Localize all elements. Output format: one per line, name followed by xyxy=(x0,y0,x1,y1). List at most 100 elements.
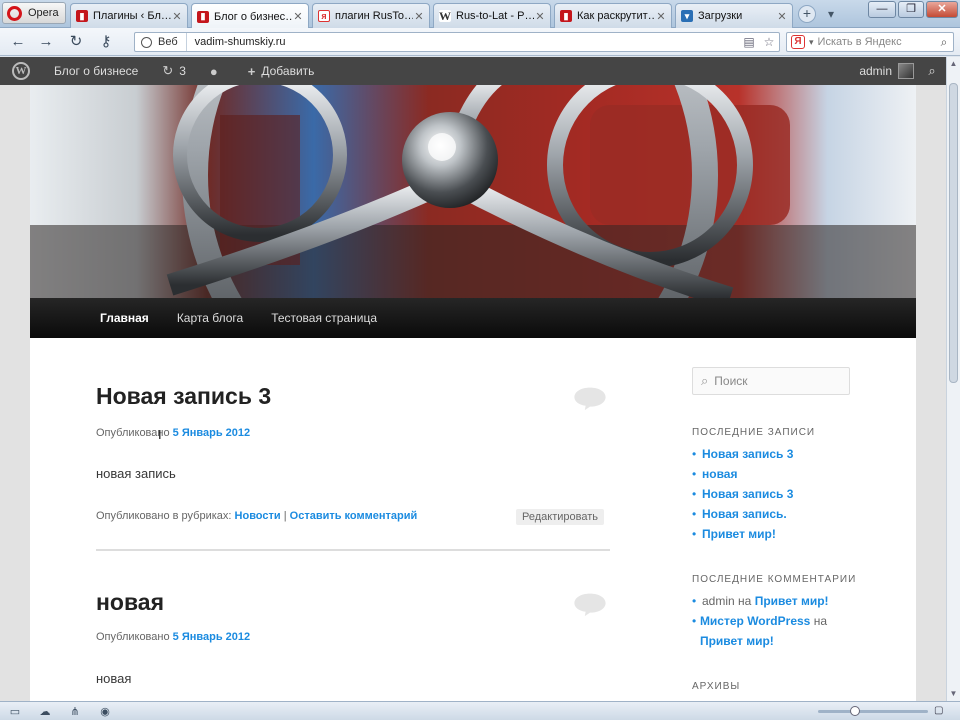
sidebar-search-input[interactable]: Поиск xyxy=(714,374,747,388)
opera-menu-button[interactable]: Opera xyxy=(2,2,66,24)
reload-icon[interactable]: ↻ xyxy=(66,32,86,52)
post-meta: Опубликовано 5 Январь 2012 xyxy=(96,427,250,439)
vertical-scrollbar[interactable]: ▲ ▼ xyxy=(946,57,960,701)
yandex-icon: я xyxy=(318,10,330,22)
tab-label: Как раскрутит… xyxy=(577,10,655,22)
comment-bubble-icon[interactable] xyxy=(570,591,610,617)
recent-comments-title: ПОСЛЕДНИЕ КОММЕНТАРИИ xyxy=(692,574,857,585)
tab-rus-to-lat[interactable]: W Rus-to-Lat - P… ✕ xyxy=(433,3,551,28)
comment-post-link[interactable]: Привет мир! xyxy=(755,594,829,608)
scrollbar-thumb[interactable] xyxy=(949,83,958,383)
yandex-icon[interactable]: Я xyxy=(791,35,805,49)
opera-link-cloud-icon[interactable]: ☁ xyxy=(30,705,60,718)
list-item: • Мистер WordPress на Привет мир! xyxy=(692,611,862,651)
tab-menu-icon[interactable]: ▾ xyxy=(822,5,840,23)
panel-toggle-icon[interactable]: ▭ xyxy=(0,705,30,718)
list-item: • Новая запись 3 xyxy=(692,484,793,504)
menu-item-test-page[interactable]: Тестовая страница xyxy=(257,311,391,325)
text-cursor-icon: I xyxy=(158,427,162,442)
back-arrow-icon[interactable]: ← xyxy=(8,32,28,52)
close-icon[interactable]: ✕ xyxy=(413,10,425,23)
edit-post-button[interactable]: Редактировать xyxy=(516,509,604,525)
rss-icon[interactable]: ▤ xyxy=(739,35,759,49)
close-window-button[interactable]: ✕ xyxy=(926,1,958,18)
post-content: новая xyxy=(96,671,132,686)
close-icon[interactable]: ✕ xyxy=(776,10,788,23)
scroll-down-icon[interactable]: ▼ xyxy=(947,687,960,701)
admin-site-name[interactable]: Блог о бизнесе xyxy=(42,57,150,85)
search-box[interactable]: Я ▾ Искать в Яндекс ⌕ xyxy=(786,32,954,52)
list-item: • новая xyxy=(692,464,793,484)
menu-item-home[interactable]: Главная xyxy=(86,311,163,325)
admin-add-new[interactable]: + Добавить xyxy=(236,57,327,85)
avatar xyxy=(898,63,914,79)
minimize-button[interactable]: — xyxy=(868,1,896,18)
bullet: • xyxy=(692,614,697,628)
recent-posts-list: • Новая запись 3 • новая • Новая запись 3 •… xyxy=(692,444,793,544)
star-icon[interactable]: ☆ xyxy=(759,35,779,49)
maximize-button[interactable]: ❐ xyxy=(898,1,924,18)
recent-post-link[interactable]: новая xyxy=(702,464,737,484)
list-item: • Новая запись. xyxy=(692,504,793,524)
tab-business-blog[interactable]: ▮ Блог о бизнес… ✕ xyxy=(191,3,309,29)
post-date-link[interactable]: 5 Январь 2012 xyxy=(173,631,250,643)
recent-post-link[interactable]: Новая запись 3 xyxy=(702,444,793,464)
close-icon[interactable]: ✕ xyxy=(292,10,304,23)
search-icon[interactable]: ⌕ xyxy=(935,35,953,50)
turbo-icon[interactable]: ◉ xyxy=(90,705,120,718)
category-link[interactable]: Новости xyxy=(235,510,281,522)
tab-label: Блог о бизнес… xyxy=(214,10,292,23)
address-bar[interactable]: Веб vadim-shumskiy.ru ▤ ☆ xyxy=(134,32,780,52)
recent-posts-title: ПОСЛЕДНИЕ ЗАПИСИ xyxy=(692,427,816,438)
tab-plugins[interactable]: ▮ Плагины ‹ Бл… ✕ xyxy=(70,3,188,28)
archives-title: АРХИВЫ xyxy=(692,681,741,692)
comment-on: на xyxy=(738,594,752,608)
footer-separator: | xyxy=(283,510,287,522)
comment-bubble-icon[interactable] xyxy=(570,385,610,411)
post-title[interactable]: новая xyxy=(96,589,164,616)
tab-rusto-plugin[interactable]: я плагин RusTo… ✕ xyxy=(312,3,430,28)
address-mode[interactable]: Веб xyxy=(135,33,187,51)
recent-post-link[interactable]: Новая запись 3 xyxy=(702,484,793,504)
list-item: • Привет мир! xyxy=(692,524,793,544)
wp-admin-bar: W Блог о бизнесе ↻ 3 ● + Добавить admin … xyxy=(0,57,946,85)
opera-unite-icon[interactable]: ⋔ xyxy=(60,705,90,718)
zoom-view-icon[interactable]: ▢ xyxy=(934,705,943,716)
recent-post-link[interactable]: Привет мир! xyxy=(702,524,776,544)
post-footer: Опубликовано в рубриках: Новости | Остав… xyxy=(96,510,417,522)
search-input[interactable]: Искать в Яндекс xyxy=(814,36,935,48)
post-title[interactable]: Новая запись 3 xyxy=(96,383,271,410)
tab-downloads[interactable]: ▾ Загрузки ✕ xyxy=(675,3,793,28)
admin-updates[interactable]: ↻ 3 xyxy=(150,57,198,85)
new-tab-button[interactable]: + xyxy=(798,5,816,23)
zoom-slider-knob[interactable] xyxy=(850,706,860,716)
admin-account[interactable]: admin xyxy=(847,57,918,85)
url-input[interactable]: vadim-shumskiy.ru xyxy=(187,36,739,48)
comment-author-link[interactable]: Мистер WordPress xyxy=(700,614,810,628)
key-icon[interactable]: ⚷ xyxy=(96,32,116,52)
leave-comment-link[interactable]: Оставить комментарий xyxy=(290,510,418,522)
update-icon: ↻ xyxy=(162,63,174,78)
close-icon[interactable]: ✕ xyxy=(655,10,667,23)
comment-post-link[interactable]: Привет мир! xyxy=(700,634,774,648)
wikipedia-icon: W xyxy=(439,8,451,23)
menu-item-sitemap[interactable]: Карта блога xyxy=(163,311,257,325)
post-date-link[interactable]: 5 Январь 2012 xyxy=(173,427,250,439)
zoom-slider[interactable] xyxy=(818,710,928,713)
scroll-up-icon[interactable]: ▲ xyxy=(947,57,960,71)
tab-promotion[interactable]: ▮ Как раскрутит… ✕ xyxy=(554,3,672,28)
admin-search-icon[interactable]: ⌕ xyxy=(918,63,946,79)
red-book-icon: ▮ xyxy=(76,10,88,22)
bullet: • xyxy=(692,467,697,481)
sidebar-search[interactable]: ⌕ Поиск xyxy=(692,367,850,395)
close-icon[interactable]: ✕ xyxy=(171,10,183,23)
wordpress-logo-icon: W xyxy=(12,62,30,80)
comment-on: на xyxy=(813,614,827,628)
forward-arrow-icon[interactable]: → xyxy=(36,32,56,52)
add-new-label: Добавить xyxy=(261,64,315,78)
recent-post-link[interactable]: Новая запись. xyxy=(702,504,787,524)
wp-logo-button[interactable]: W xyxy=(0,57,42,85)
admin-comments[interactable]: ● xyxy=(198,57,236,85)
web-page: W Блог о бизнесе ↻ 3 ● + Добавить admin … xyxy=(0,57,946,701)
close-icon[interactable]: ✕ xyxy=(534,10,546,23)
